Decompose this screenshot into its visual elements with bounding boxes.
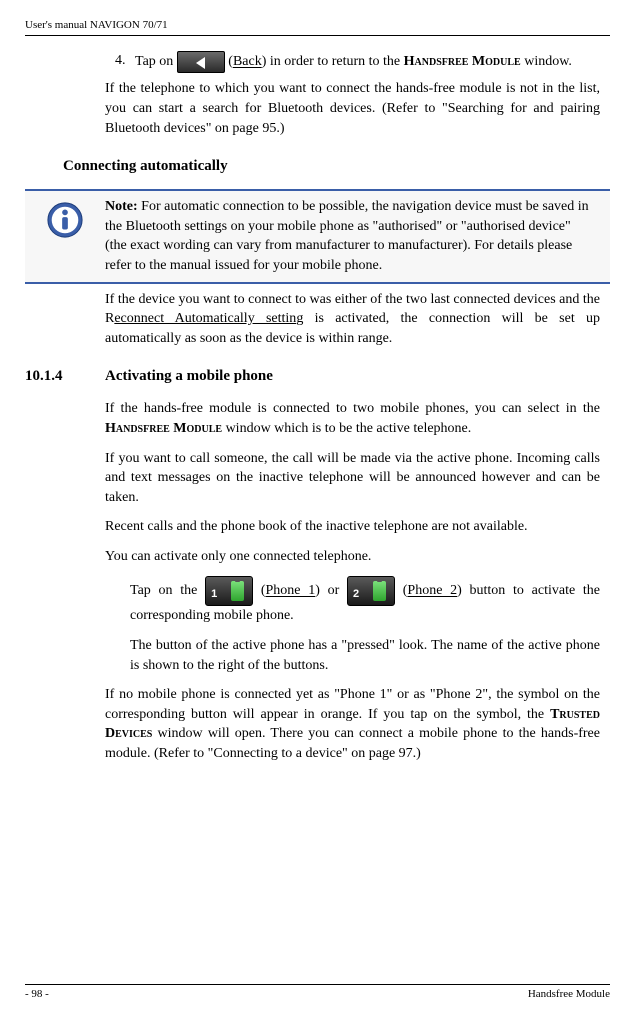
back-link: Back: [233, 55, 262, 70]
para-trusted-devices: If no mobile phone is connected yet as "…: [105, 685, 600, 763]
para-reconnect: If the device you want to connect to was…: [105, 290, 600, 349]
section-number: 10.1.4: [25, 366, 105, 387]
text-a: If no mobile phone is connected yet as "…: [105, 687, 600, 722]
para-active-phone: If you want to call someone, the call wi…: [105, 449, 600, 508]
text-b: window which is to be the active telepho…: [222, 421, 471, 436]
note-label: Note:: [105, 199, 138, 214]
step-4: 4. Tap on (Back) in order to return to t…: [105, 51, 600, 73]
phone-1-button-icon: 1: [205, 576, 253, 606]
heading-connecting-auto: Connecting automatically: [63, 156, 600, 177]
note-text: Note: For automatic connection to be pos…: [105, 197, 600, 275]
reconnect-link: econnect Automatically settin: [114, 311, 296, 326]
para-pressed-look: The button of the active phone has a "pr…: [130, 636, 600, 675]
phone-icon: [231, 581, 244, 601]
page-header: User's manual NAVIGON 70/71: [25, 18, 610, 36]
page-footer: - 98 - Handsfree Module: [25, 984, 610, 1002]
page-number: - 98 -: [25, 987, 49, 1002]
phone-1-num: 1: [211, 587, 217, 602]
para-two-phones: If the hands-free module is connected to…: [105, 399, 600, 438]
phone-icon: [373, 581, 386, 601]
text-mid: ) or: [315, 584, 347, 599]
text-post2: window.: [521, 55, 572, 70]
phone-2-link: Phone 2: [407, 584, 457, 599]
para-not-available: Recent calls and the phone book of the i…: [105, 517, 600, 537]
para-one-phone: You can activate only one connected tele…: [105, 547, 600, 567]
phone-2-button-icon: 2: [347, 576, 395, 606]
header-title: User's manual NAVIGON 70/71: [25, 18, 610, 33]
back-button-icon: [177, 51, 225, 73]
note-body: For automatic connection to be possible,…: [105, 199, 589, 273]
handsfree-module-text-2: Handsfree Module: [105, 421, 222, 436]
section-header: 10.1.4 Activating a mobile phone: [25, 366, 600, 387]
text-b: window will open. There you can connect …: [105, 726, 600, 761]
step-number: 4.: [105, 51, 135, 73]
text-pre: Tap on the: [130, 584, 205, 599]
note-box: Note: For automatic connection to be pos…: [25, 189, 610, 283]
para-search-bluetooth: If the telephone to which you want to co…: [105, 79, 600, 138]
footer-title: Handsfree Module: [528, 987, 610, 1002]
text-post1: ) in order to return to the: [262, 55, 404, 70]
phone-2-num: 2: [353, 587, 359, 602]
info-icon: [46, 201, 84, 239]
handsfree-module-text: Handsfree Module: [404, 55, 521, 70]
phone-1-link: Phone 1: [265, 584, 315, 599]
section-title: Activating a mobile phone: [105, 366, 273, 387]
text-a: If the hands-free module is connected to…: [105, 401, 600, 416]
step-body: Tap on (Back) in order to return to the …: [135, 51, 600, 73]
note-icon: [25, 197, 105, 239]
para-tap-phone: Tap on the 1 (Phone 1) or 2 (Phone 2) bu…: [130, 576, 600, 626]
text-pre: Tap on: [135, 55, 177, 70]
phone-buttons-block: Tap on the 1 (Phone 1) or 2 (Phone 2) bu…: [105, 576, 600, 675]
